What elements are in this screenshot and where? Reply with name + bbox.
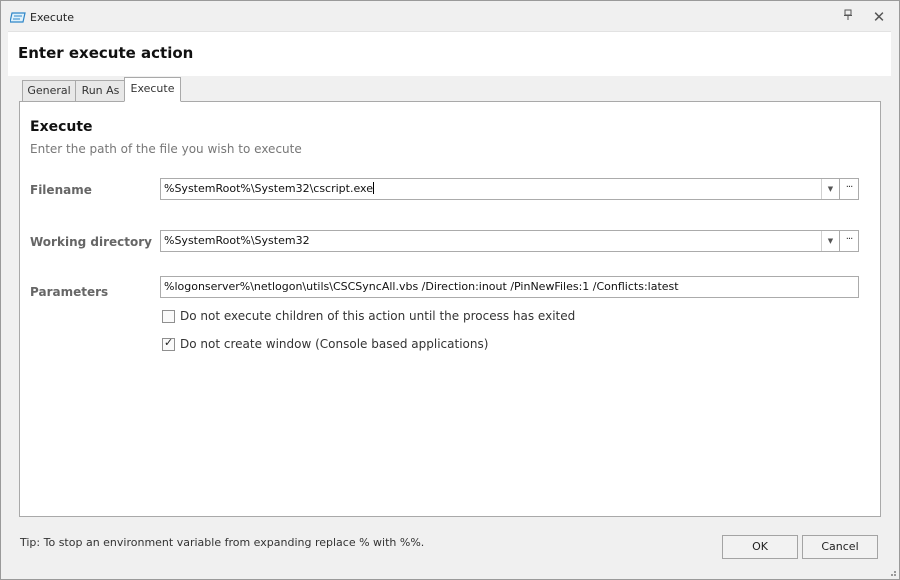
filename-combobox[interactable]: %SystemRoot%\System32\cscript.exe ▼ ··· [160,178,859,200]
working-directory-combobox[interactable]: %SystemRoot%\System32 ▼ ··· [160,230,859,252]
tab-execute[interactable]: Execute [124,77,181,102]
parameters-label: Parameters [30,285,109,299]
wait-children-checkbox[interactable] [162,310,175,323]
execute-action-icon [10,12,26,23]
filename-value[interactable]: %SystemRoot%\System32\cscript.exe [164,182,373,195]
filename-browse-button[interactable]: ··· [839,179,858,199]
parameters-input[interactable]: %logonserver%\netlogon\utils\CSCSyncAll.… [160,276,859,298]
execute-tab-panel: Execute Enter the path of the file you w… [19,101,881,517]
title-bar[interactable]: Execute ✕ [1,1,899,31]
cancel-button[interactable]: Cancel [802,535,878,559]
section-title: Execute [30,119,93,135]
filename-value-wrap[interactable]: %SystemRoot%\System32\cscript.exe [164,182,374,195]
chevron-down-icon[interactable]: ▼ [821,231,839,251]
execute-dialog-window: Execute ✕ Enter execute action General R… [0,0,900,580]
tab-run-as[interactable]: Run As [75,80,126,102]
pin-icon-glyph [844,9,852,20]
no-window-label[interactable]: Do not create window (Console based appl… [180,337,488,351]
working-directory-browse-button[interactable]: ··· [839,231,858,251]
dialog-header: Enter execute action [8,31,891,76]
footer-tip: Tip: To stop an environment variable fro… [20,536,425,549]
working-directory-label: Working directory [30,235,152,249]
filename-label: Filename [30,183,92,197]
text-cursor [372,182,374,194]
parameters-value[interactable]: %logonserver%\netlogon\utils\CSCSyncAll.… [164,280,679,293]
ok-button[interactable]: OK [722,535,798,559]
working-directory-value[interactable]: %SystemRoot%\System32 [164,234,310,247]
wait-children-label[interactable]: Do not execute children of this action u… [180,309,575,323]
tab-general[interactable]: General [22,80,76,102]
checkmark-icon: ✓ [164,336,174,349]
dialog-content: Enter execute action General Run As Exec… [8,31,891,572]
pin-icon[interactable] [840,9,856,25]
chevron-down-icon[interactable]: ▼ [821,179,839,199]
resize-grip-icon[interactable] [887,567,897,577]
close-icon[interactable]: ✕ [871,9,887,25]
section-description: Enter the path of the file you wish to e… [30,142,302,156]
window-title: Execute [30,11,74,24]
dialog-heading: Enter execute action [18,44,194,62]
no-window-checkbox[interactable]: ✓ [162,336,175,351]
